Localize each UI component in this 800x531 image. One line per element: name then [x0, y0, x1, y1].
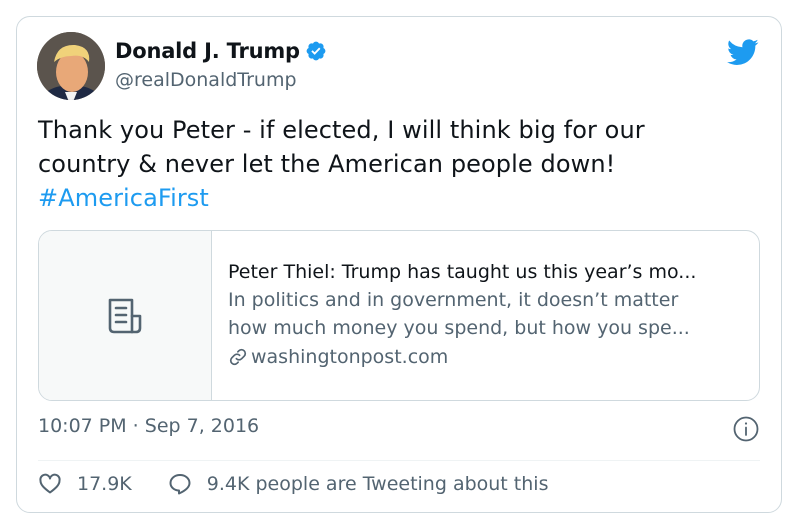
link-body: Peter Thiel: Trump has taught us this ye…	[212, 231, 710, 400]
link-domain: washingtonpost.com	[251, 346, 449, 368]
link-title: Peter Thiel: Trump has taught us this ye…	[228, 261, 697, 283]
tweet-actions: 17.9K 9.4K people are Tweeting about thi…	[38, 472, 548, 496]
link-icon	[229, 348, 247, 366]
tweet-text: Thank you Peter - if elected, I will thi…	[38, 113, 758, 215]
link-thumbnail	[39, 231, 212, 400]
author-name[interactable]: Donald J. Trump	[115, 39, 300, 63]
link-preview-card[interactable]: Peter Thiel: Trump has taught us this ye…	[38, 230, 760, 401]
reply-icon	[169, 474, 191, 495]
heart-icon	[39, 473, 61, 494]
tweet-timestamp[interactable]: 10:07 PM · Sep 7, 2016	[38, 415, 259, 437]
tweet-text-line: country & never let the American people …	[38, 150, 616, 178]
reply-text: 9.4K people are Tweeting about this	[206, 473, 549, 495]
avatar[interactable]	[37, 32, 105, 100]
info-icon[interactable]	[733, 416, 759, 442]
article-icon	[108, 298, 142, 333]
divider	[38, 460, 760, 461]
author-handle[interactable]: @realDonaldTrump	[115, 69, 297, 91]
tweet-card: Donald J. Trump @realDonaldTrump Thank y…	[16, 16, 782, 513]
like-button[interactable]: 17.9K	[38, 472, 132, 496]
link-description: In politics and in government, it doesn’…	[228, 289, 679, 311]
link-description: how much money you spend, but how you sp…	[228, 317, 690, 339]
link-domain-row: washingtonpost.com	[228, 343, 696, 371]
tweet-text-line: Thank you Peter - if elected, I will thi…	[38, 116, 645, 144]
verified-badge-icon	[306, 41, 326, 61]
like-count: 17.9K	[77, 473, 132, 495]
twitter-bird-icon[interactable]	[727, 39, 759, 66]
hashtag-link[interactable]: #AmericaFirst	[38, 181, 758, 215]
reply-button[interactable]: 9.4K people are Tweeting about this	[168, 472, 549, 496]
author-row: Donald J. Trump	[115, 39, 327, 63]
